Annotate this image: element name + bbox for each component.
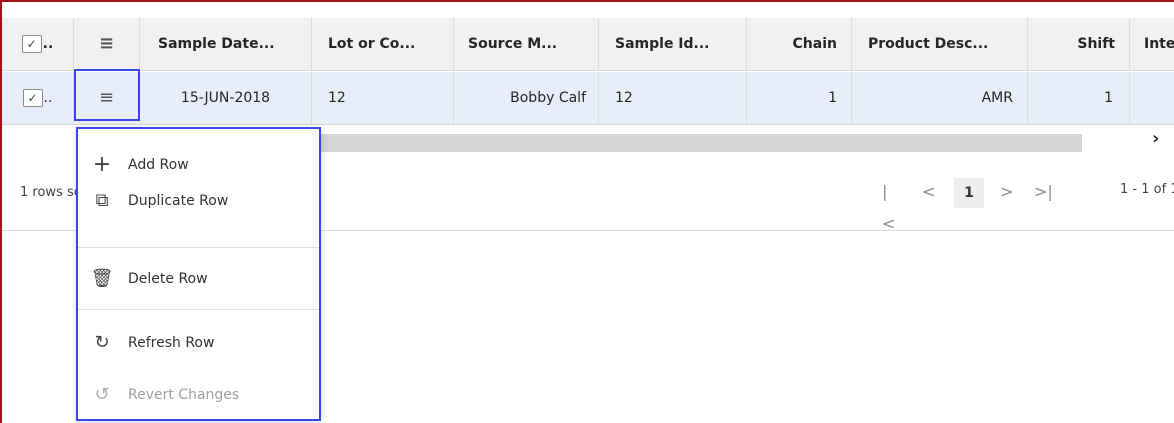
- menu-item-label: Duplicate Row: [128, 193, 229, 209]
- column-header-chain[interactable]: Chain: [747, 18, 852, 70]
- menu-item-revert-changes[interactable]: ↺ Revert Changes: [78, 371, 319, 419]
- refresh-icon: ↻: [94, 332, 110, 353]
- prev-page-icon[interactable]: <: [922, 176, 935, 208]
- menu-item-delete-row[interactable]: 🗑 Delete Row: [78, 255, 319, 303]
- row-actions-highlight: [74, 69, 140, 121]
- select-all-checkbox[interactable]: ✓: [21, 35, 42, 53]
- scroll-right-icon[interactable]: ›: [1152, 128, 1159, 149]
- cell-sample-date[interactable]: 15-JUN-2018: [140, 72, 312, 124]
- menu-item-label: Revert Changes: [128, 387, 240, 403]
- header-actions[interactable]: ≡: [74, 18, 140, 70]
- last-page-icon[interactable]: >|: [1034, 176, 1053, 208]
- cell-product[interactable]: AMR: [852, 72, 1028, 124]
- menu-divider: [78, 247, 319, 248]
- trash-icon: 🗑: [90, 268, 114, 289]
- cell-lot[interactable]: 12: [312, 72, 454, 124]
- menu-item-duplicate-row[interactable]: ⧉ Duplicate Row: [78, 177, 319, 225]
- next-page-icon[interactable]: >: [1000, 176, 1013, 208]
- cell-inte[interactable]: [1130, 72, 1174, 124]
- menu-item-label: Refresh Row: [128, 335, 215, 351]
- row-checkbox[interactable]: ✓: [22, 89, 43, 107]
- hamburger-icon: ≡: [98, 33, 115, 54]
- cell-shift[interactable]: 1: [1028, 72, 1130, 124]
- column-header-inte[interactable]: Inte: [1130, 18, 1174, 70]
- menu-item-refresh-row[interactable]: ↻ Refresh Row: [78, 319, 319, 367]
- menu-divider: [78, 309, 319, 310]
- table-row[interactable]: ✓.. ≡ 15-JUN-2018 12 Bobby Calf 12 1 AMR…: [2, 72, 1174, 125]
- cell-sample-id[interactable]: 12: [599, 72, 747, 124]
- duplicate-icon: ⧉: [95, 190, 109, 211]
- pagination-info: 1 - 1 of 1: [1120, 182, 1174, 197]
- column-header-sample-date[interactable]: Sample Date...: [140, 18, 312, 70]
- row-actions-menu: + Add Row ⧉ Duplicate Row 🗑 Delete Row ↻…: [76, 127, 321, 421]
- column-header-sample-id[interactable]: Sample Id...: [599, 18, 747, 70]
- column-header-source[interactable]: Source M...: [454, 18, 599, 70]
- cell-chain[interactable]: 1: [747, 72, 852, 124]
- grid-frame: ✓.. ≡ Sample Date... Lot or Co... Source…: [0, 0, 1174, 423]
- column-header-product[interactable]: Product Desc...: [852, 18, 1028, 70]
- row-select-ellipsis: ..: [43, 90, 53, 106]
- column-header-lot[interactable]: Lot or Co...: [312, 18, 454, 70]
- grid-header-row: ✓.. ≡ Sample Date... Lot or Co... Source…: [2, 18, 1174, 71]
- column-header-shift[interactable]: Shift: [1028, 18, 1130, 70]
- select-ellipsis: ..: [42, 36, 54, 52]
- revert-icon: ↺: [94, 384, 110, 405]
- cell-source[interactable]: Bobby Calf: [454, 72, 599, 124]
- menu-item-label: Delete Row: [128, 271, 208, 287]
- row-select[interactable]: ✓..: [2, 72, 74, 124]
- header-select-all[interactable]: ✓..: [2, 18, 74, 70]
- page-number-button[interactable]: 1: [954, 178, 984, 208]
- first-page-icon[interactable]: |<: [882, 176, 895, 233]
